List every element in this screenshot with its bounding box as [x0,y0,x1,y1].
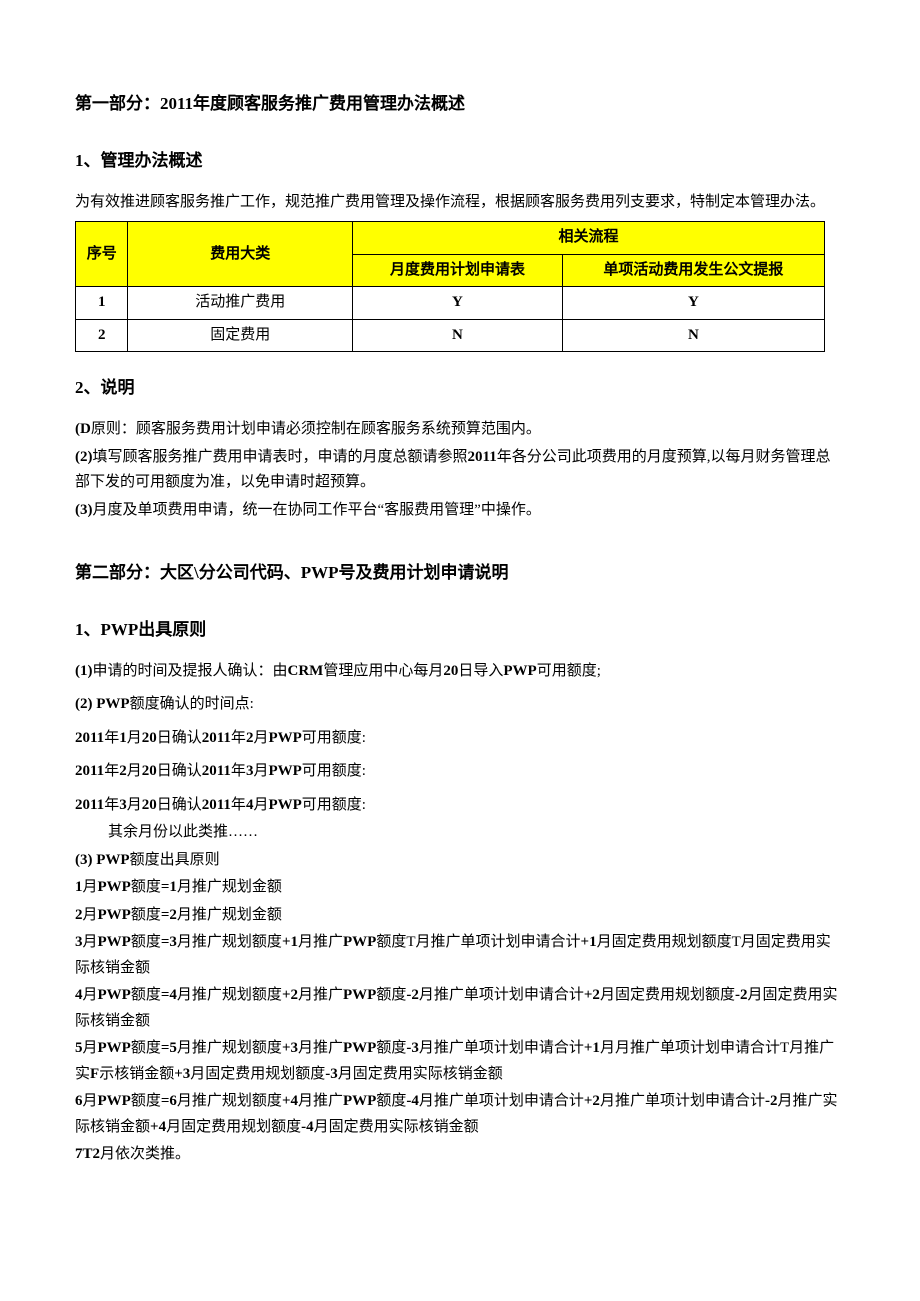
table-row: 1 活动推广费用 Y Y [76,287,825,320]
cell-seq: 1 [76,287,128,320]
cell-seq: 2 [76,319,128,352]
cell-cat: 活动推广费用 [128,287,353,320]
date-line-3: 2011年3月20日确认2011年4月PWP可用额度: [75,793,845,819]
formula-5: 5月PWP额度=5月推广规划额度+3月推广PWP额度-3月推广单项计划申请合计+… [75,1036,845,1087]
note-1: (D原则：顾客服务费用计划申请必须控制在顾客服务系统预算范围内。 [75,417,845,443]
section2-heading: 2、说明 [75,374,845,403]
note-3: (3)月度及单项费用申请，统一在协同工作平台“客服费用管理”中操作。 [75,498,845,524]
part2-title: 第二部分：大区\分公司代码、PWP号及费用计划申请说明 [75,559,845,588]
th-category: 费用大类 [128,222,353,287]
part1-title: 第一部分：2011年度顾客服务推广费用管理办法概述 [75,90,845,119]
pwp-p3: (3) PWP额度出具原则 [75,848,845,874]
formula-3: 3月PWP额度=3月推广规划额度+1月推广PWP额度T月推广单项计划申请合计+1… [75,930,845,981]
formula-4: 4月PWP额度=4月推广规划额度+2月推广PWP额度-2月推广单项计划申请合计+… [75,983,845,1034]
th-flow: 相关流程 [353,222,825,255]
pwp-heading: 1、PWP出具原则 [75,616,845,645]
note-2: (2)填写顾客服务推广费用申请表时，申请的月度总额请参照2011年各分公司此项费… [75,445,845,496]
section1-heading: 1、管理办法概述 [75,147,845,176]
date-line-2: 2011年2月20日确认2011年3月PWP可用额度: [75,759,845,785]
formula-6: 6月PWP额度=6月推广规划额度+4月推广PWP额度-4月推广单项计划申请合计+… [75,1089,845,1140]
cell-c1: Y [353,287,563,320]
formula-2: 2月PWP额度=2月推广规划金额 [75,903,845,929]
fee-category-table: 序号 费用大类 相关流程 月度费用计划申请表 单项活动费用发生公文提报 1 活动… [75,221,825,352]
th-flow1: 月度费用计划申请表 [353,254,563,287]
th-seq: 序号 [76,222,128,287]
rest-months: 其余月份以此类推…… [75,820,845,846]
date-line-1: 2011年1月20日确认2011年2月PWP可用额度: [75,726,845,752]
cell-c2: Y [562,287,824,320]
cell-cat: 固定费用 [128,319,353,352]
table-row: 2 固定费用 N N [76,319,825,352]
th-flow2: 单项活动费用发生公文提报 [562,254,824,287]
cell-c2: N [562,319,824,352]
intro-paragraph: 为有效推进顾客服务推广工作，规范推广费用管理及操作流程，根据顾客服务费用列支要求… [75,190,845,216]
pwp-p1: (1)申请的时间及提报人确认：由CRM管理应用中心每月20日导入PWP可用额度; [75,659,845,685]
formula-1: 1月PWP额度=1月推广规划金额 [75,875,845,901]
cell-c1: N [353,319,563,352]
formula-7: 7T2月依次类推。 [75,1142,845,1168]
pwp-p2: (2) PWP额度确认的时间点: [75,692,845,718]
